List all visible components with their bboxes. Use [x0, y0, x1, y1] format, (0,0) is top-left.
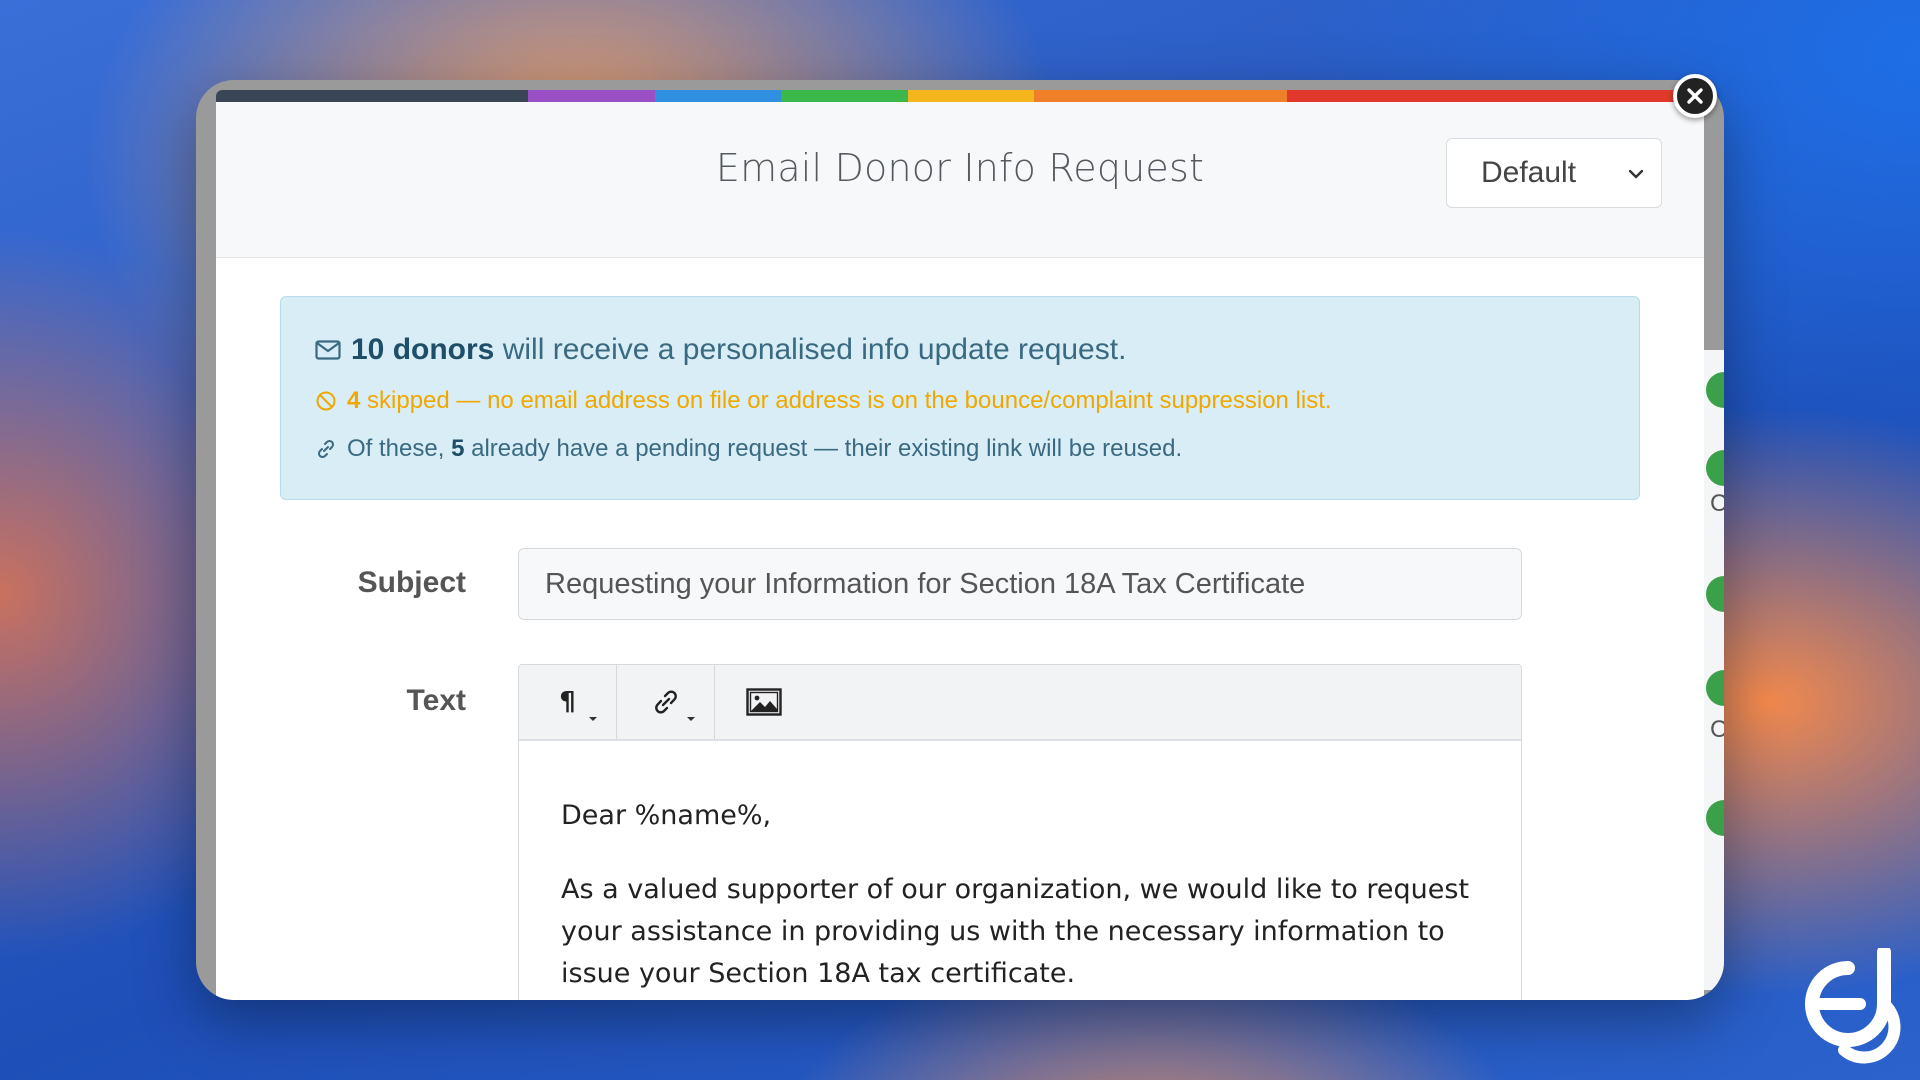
template-select[interactable]: Default [1446, 138, 1662, 208]
strip-segment [216, 90, 529, 102]
pending-text: already have a pending request — their e… [464, 435, 1183, 462]
skipped-count: 4 [347, 387, 361, 414]
skipped-text: skipped — no email address on file or ad… [360, 387, 1332, 414]
strip-segment [1287, 90, 1704, 102]
recipients-count: 10 donors [351, 333, 495, 366]
insert-link-button[interactable] [617, 665, 715, 739]
blocked-icon [316, 391, 336, 411]
pending-prefix: Of these, [347, 435, 452, 462]
subject-input[interactable] [518, 548, 1522, 620]
caret-down-icon [687, 717, 695, 721]
strip-segment [528, 90, 655, 102]
recipients-info-alert: 10 donors will receive a personalised in… [280, 296, 1640, 500]
close-dialog-button[interactable] [1673, 74, 1717, 118]
background-letter: C [1710, 716, 1724, 743]
caret-down-icon [589, 717, 597, 721]
strip-segment [654, 90, 782, 102]
mail-icon [315, 340, 341, 360]
strip-segment [907, 90, 1035, 102]
editor-toolbar: ¶ [519, 665, 1521, 741]
text-label: Text [406, 684, 466, 717]
status-dot [1706, 670, 1724, 706]
pending-line: Of these, 5 already have a pending reque… [315, 435, 1182, 463]
link-icon [317, 439, 335, 459]
link-icon [654, 690, 677, 714]
strip-segment [781, 90, 908, 102]
status-dot [1706, 450, 1724, 486]
recipients-count-line: 10 donors will receive a personalised in… [315, 333, 1126, 367]
background-app-edge: C C [1704, 350, 1724, 990]
rich-text-editor: ¶ Dear %name%, As a valued supporter of … [518, 664, 1522, 1000]
email-body[interactable]: Dear %name%, As a valued supporter of ou… [561, 795, 1481, 1000]
body-greeting: Dear %name%, [561, 800, 772, 831]
dialog-header: Email Donor Info Request Default [216, 102, 1704, 258]
pilcrow-icon: ¶ [559, 687, 576, 717]
pending-count: 5 [451, 435, 465, 462]
body-paragraph: As a valued supporter of our organizatio… [561, 874, 1470, 989]
dialog-backdrop: C C Email Donor Info Request Default 10 … [196, 80, 1724, 1000]
template-select-value: Default [1481, 156, 1577, 189]
status-dot [1706, 576, 1724, 612]
subject-label: Subject [357, 566, 466, 599]
insert-image-button[interactable] [715, 665, 813, 739]
skipped-line: 4 skipped — no email address on file or … [315, 387, 1332, 415]
close-icon [1687, 88, 1703, 104]
chevron-down-icon [1628, 169, 1644, 179]
brand-logo [1805, 948, 1901, 1064]
status-dot [1706, 372, 1724, 408]
recipients-text: will receive a personalised info update … [494, 333, 1127, 366]
strip-segment [1034, 90, 1288, 102]
color-strip [216, 90, 1704, 102]
status-dot [1706, 800, 1724, 836]
background-letter: C [1710, 490, 1724, 517]
email-donor-dialog: Email Donor Info Request Default 10 dono… [216, 90, 1704, 1000]
image-icon [746, 688, 782, 716]
paragraph-format-button[interactable]: ¶ [519, 665, 617, 739]
